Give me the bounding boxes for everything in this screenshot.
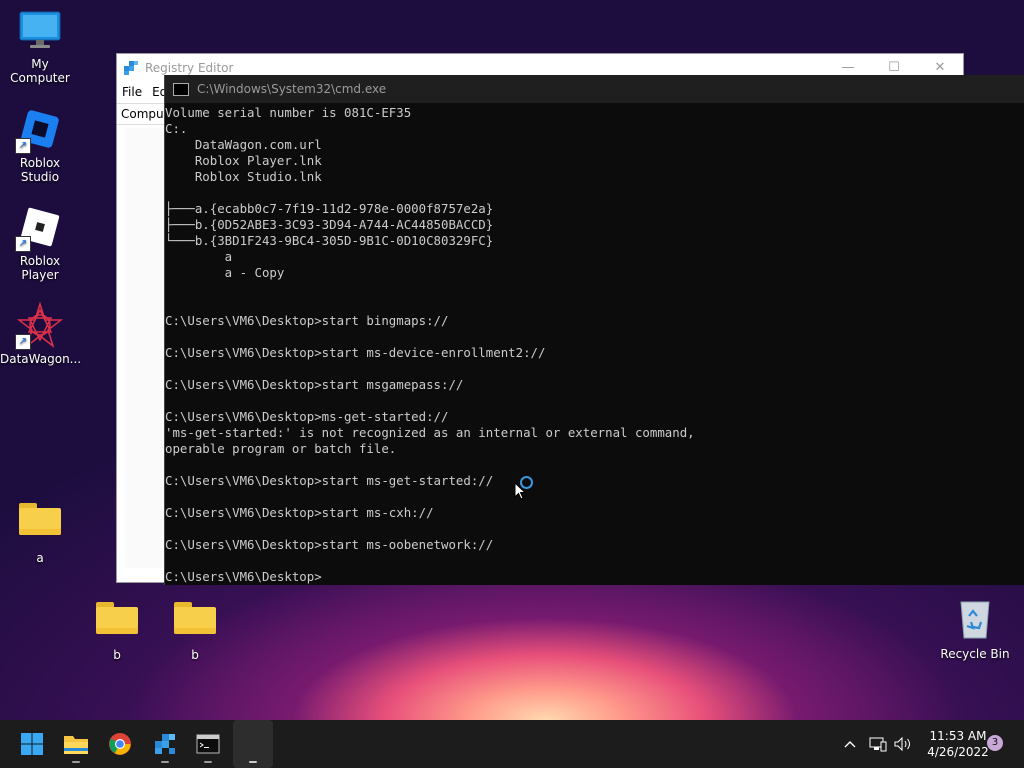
file-explorer-icon <box>64 736 88 754</box>
speaker-icon <box>894 736 910 752</box>
cmd-output-line: ├───b.{0D52ABE3-3C93-3D94-A744-AC44850BA… <box>165 217 494 232</box>
taskbar-regedit[interactable] <box>145 720 185 768</box>
volume-tray-button[interactable] <box>892 720 914 768</box>
cmd-output-line: C:\Users\VM6\Desktop>start ms-get-starte… <box>165 473 494 488</box>
cmd-icon <box>173 82 189 96</box>
cmd-output-line <box>165 297 1024 313</box>
running-indicator <box>161 761 169 763</box>
cmd-output-line: DataWagon.com.url <box>165 137 322 152</box>
folder-icon <box>96 602 138 634</box>
cmd-output-line: a <box>165 249 233 264</box>
desktop-icon-recycle-bin[interactable]: Recycle Bin <box>935 598 1015 661</box>
network-tray-button[interactable] <box>866 720 890 768</box>
show-hidden-icons-button[interactable] <box>840 720 860 768</box>
desktop-icon-label: Roblox Studio <box>19 156 61 184</box>
cmd-output[interactable]: Volume serial number is 081C-EF35 C:. Dat… <box>165 103 1024 585</box>
running-indicator <box>204 761 212 763</box>
regedit-icon <box>155 734 175 754</box>
notification-badge[interactable]: 3 <box>987 735 1003 751</box>
start-button[interactable] <box>12 720 52 768</box>
desktop-folder-b-2[interactable]: b <box>155 602 235 662</box>
cmd-output-line: ├───a.{ecabb0c7-7f19-11d2-978e-0000f8757… <box>165 201 494 216</box>
cmd-output-line: C:\Users\VM6\Desktop>start ms-cxh:// <box>165 505 434 520</box>
menu-file[interactable]: File <box>117 85 147 99</box>
recycle-bin-icon <box>960 601 990 639</box>
window-title: Registry Editor <box>145 60 234 75</box>
cmd-output-line <box>165 553 1024 569</box>
cmd-output-line: C:\Users\VM6\Desktop>ms-get-started:// <box>165 409 449 424</box>
cmd-output-line: 'ms-get-started:' is not recognized as a… <box>165 425 695 440</box>
cmd-output-line <box>165 393 1024 409</box>
taskbar-clock[interactable]: 11:53 AM 4/26/2022 <box>918 728 998 760</box>
desktop-icon-roblox-studio[interactable]: ↗ Roblox Studio <box>0 106 80 184</box>
cmd-output-line: Roblox Player.lnk <box>165 153 322 168</box>
clock-date: 4/26/2022 <box>927 745 989 759</box>
cmd-output-line <box>165 457 1024 473</box>
desktop-folder-a[interactable]: a <box>0 503 80 565</box>
desktop-icon-label: Recycle Bin <box>940 647 1010 661</box>
window-title: C:\Windows\System32\cmd.exe <box>197 82 387 96</box>
cmd-output-line: C:\Users\VM6\Desktop>start msgamepass:// <box>165 377 464 392</box>
cmd-icon <box>196 734 220 754</box>
cmd-output-line <box>165 361 1024 377</box>
shortcut-arrow-icon: ↗ <box>15 138 31 154</box>
cmd-output-line: a - Copy <box>165 265 285 280</box>
monitor-icon <box>19 11 61 48</box>
desktop-icon-label: DataWagon... <box>0 352 82 366</box>
cmd-output-line <box>165 281 1024 297</box>
taskbar-cmd[interactable] <box>188 720 228 768</box>
taskbar <box>0 720 1024 768</box>
cmd-output-line: C:\Users\VM6\Desktop>start bingmaps:// <box>165 313 449 328</box>
chevron-up-icon <box>844 741 856 748</box>
registry-tree-pane[interactable] <box>125 128 166 568</box>
desktop-icon-label: Roblox Player <box>19 254 61 282</box>
mouse-pointer-icon <box>514 482 526 500</box>
taskbar-file-explorer[interactable] <box>56 720 96 768</box>
running-indicator <box>72 761 80 763</box>
network-icon <box>869 737 887 752</box>
cmd-output-line: C:\Users\VM6\Desktop> <box>165 569 322 584</box>
desktop-icon-label: b <box>191 648 199 662</box>
folder-icon <box>19 503 61 535</box>
desktop-icon-label: My Computer <box>10 57 70 85</box>
desktop-icon-my-computer[interactable]: My Computer <box>0 10 80 85</box>
chrome-icon <box>109 733 131 755</box>
windows-start-icon <box>21 733 43 755</box>
cmd-output-line: C:\Users\VM6\Desktop>start ms-oobenetwor… <box>165 537 494 552</box>
shortcut-arrow-icon: ↗ <box>15 334 31 350</box>
cmd-output-line <box>165 329 1024 345</box>
desktop-icon-datawagon[interactable]: ↗ DataWagon... <box>0 301 82 366</box>
cmd-output-line <box>165 489 1024 505</box>
clock-time: 11:53 AM <box>929 729 987 743</box>
cmd-output-line: └───b.{3BD1F243-9BC4-305D-9B1C-0D10C8032… <box>165 233 494 248</box>
cmd-output-line: Volume serial number is 081C-EF35 <box>165 105 412 120</box>
desktop-icon-roblox-player[interactable]: ↗ Roblox Player <box>0 204 80 282</box>
cmd-window[interactable]: C:\Windows\System32\cmd.exe Volume seria… <box>164 75 1024 585</box>
regedit-icon <box>124 60 138 75</box>
cmd-output-line: C:\Users\VM6\Desktop>start ms-device-enr… <box>165 345 546 360</box>
folder-icon <box>174 602 216 634</box>
cmd-output-line <box>165 185 1024 201</box>
taskbar-chrome[interactable] <box>100 720 140 768</box>
cmd-output-line: C:. <box>165 121 188 136</box>
cmd-output-line: Roblox Studio.lnk <box>165 169 322 184</box>
cmd-output-line: operable program or batch file. <box>165 441 397 456</box>
desktop-icon-label: b <box>113 648 121 662</box>
taskbar-active-app[interactable] <box>233 720 273 768</box>
active-indicator <box>249 761 257 763</box>
shortcut-arrow-icon: ↗ <box>15 236 31 252</box>
desktop-folder-b-1[interactable]: b <box>77 602 157 662</box>
cmd-titlebar[interactable]: C:\Windows\System32\cmd.exe <box>165 75 1024 103</box>
cmd-output-line <box>165 521 1024 537</box>
desktop-icon-label: a <box>36 551 44 565</box>
